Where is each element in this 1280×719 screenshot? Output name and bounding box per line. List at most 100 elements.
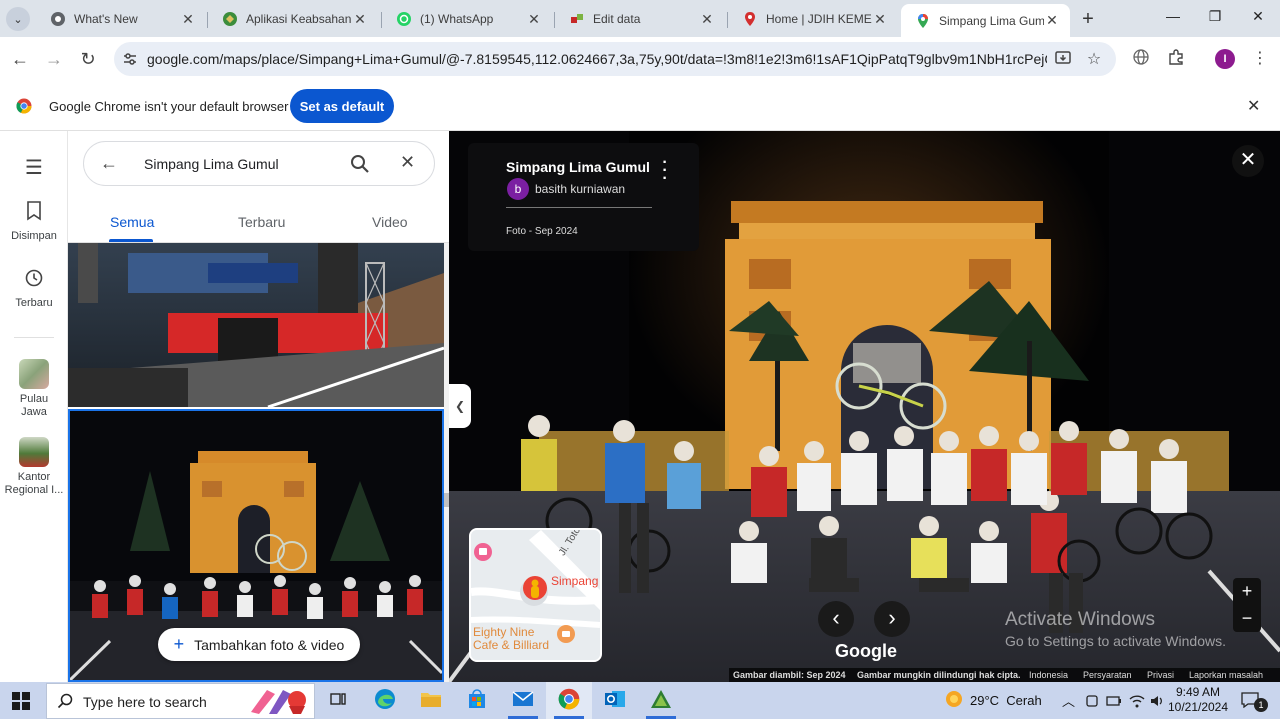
maps-icon: [915, 13, 931, 29]
captured-date: Gambar diambil: Sep 2024: [733, 670, 846, 680]
task-view-icon: [329, 690, 347, 711]
more-vert-icon[interactable]: · · ·: [660, 155, 670, 187]
taskbar-search[interactable]: Type here to search: [46, 683, 315, 719]
wifi-icon[interactable]: [1129, 682, 1145, 719]
restore-button[interactable]: ❐: [1205, 8, 1225, 28]
author-name[interactable]: basith kurniawan: [535, 182, 625, 196]
tab-edit-data[interactable]: Edit data ✕: [555, 4, 725, 34]
taskbar-store[interactable]: [454, 682, 500, 719]
rail-label: Pulau Jawa: [19, 393, 49, 418]
close-icon[interactable]: ✕: [180, 11, 196, 28]
rail-item-pulau-jawa[interactable]: Pulau Jawa: [0, 359, 68, 419]
windows-start-icon[interactable]: [12, 692, 30, 710]
report-problem-link[interactable]: Laporkan masalah: [1189, 670, 1263, 680]
notification-center[interactable]: 1: [1241, 682, 1268, 719]
terms-link[interactable]: Persyaratan: [1083, 670, 1132, 680]
chrome-icon: [50, 11, 66, 27]
taskbar-edge[interactable]: [362, 682, 408, 719]
author-avatar[interactable]: b: [507, 178, 529, 200]
rail-item-disimpan[interactable]: Disimpan: [0, 201, 68, 242]
more-options-icon[interactable]: ⋮: [1249, 48, 1271, 70]
hidden-icons-button[interactable]: ︿: [1062, 682, 1075, 719]
close-viewer-button[interactable]: ✕: [1232, 145, 1264, 177]
windows-taskbar: Type here to search 29°C Cerah ︿ 9:49 AM…: [0, 682, 1280, 719]
clear-search-icon[interactable]: ✕: [400, 152, 415, 173]
photo-thumbnail-event-stage[interactable]: [68, 243, 444, 407]
back-button[interactable]: ←: [9, 48, 31, 70]
extensions-icon[interactable]: [1165, 48, 1187, 70]
next-photo-button[interactable]: ›: [874, 601, 910, 637]
search-box[interactable]: ← Simpang Lima Gumul ✕: [83, 141, 435, 186]
set-as-default-button[interactable]: Set as default: [290, 89, 394, 123]
volume-icon[interactable]: [1150, 682, 1164, 719]
chevron-left-icon: ❮: [454, 399, 466, 413]
rail-item-terbaru[interactable]: Terbaru: [0, 268, 68, 309]
clock-time: 9:49 AM: [1175, 685, 1221, 699]
photo-viewer: ❮ Simpang Lima Gumul b basith kurniawan …: [449, 131, 1280, 682]
taskbar-chrome[interactable]: [546, 682, 592, 719]
zoom-in-button[interactable]: +: [1233, 578, 1261, 605]
close-icon[interactable]: ✕: [352, 11, 368, 28]
new-tab-button[interactable]: +: [1078, 9, 1098, 29]
search-icon[interactable]: [350, 154, 370, 174]
close-icon[interactable]: ✕: [1247, 96, 1260, 116]
close-icon: ✕: [1239, 149, 1257, 171]
add-photo-video-button[interactable]: + Tambahkan foto & video: [158, 628, 360, 661]
zoom-out-button[interactable]: −: [1233, 605, 1261, 632]
privacy-link[interactable]: Privasi: [1147, 670, 1174, 680]
browser-toolbar: ← → ↻ google.com/maps/place/Simpang+Lima…: [0, 37, 1280, 81]
close-icon[interactable]: ✕: [526, 11, 542, 28]
tab-whatsapp[interactable]: (1) WhatsApp ✕: [382, 4, 552, 34]
place-title[interactable]: Simpang Lima Gumul: [506, 159, 650, 175]
tab-jdih[interactable]: Home | JDIH KEMENR ✕: [728, 4, 898, 34]
meet-now-icon[interactable]: [1085, 682, 1099, 719]
translate-icon[interactable]: [1130, 48, 1152, 70]
map-pin-icon: [742, 11, 758, 27]
forward-button[interactable]: →: [43, 48, 65, 70]
tab-aplikasi-keabsahan[interactable]: Aplikasi Keabsahan Pe ✕: [208, 4, 378, 34]
weather-widget[interactable]: 29°C Cerah: [944, 682, 1042, 719]
folder-icon: [420, 690, 442, 711]
rail-item-kantor-regional[interactable]: Kantor Regional I...: [0, 437, 68, 497]
minimize-button[interactable]: —: [1163, 8, 1183, 28]
minimap[interactable]: Jl. Totok Simpang Eighty Nine Cafe & Bil…: [469, 528, 602, 662]
tab-terbaru[interactable]: Terbaru: [238, 214, 285, 230]
reload-button[interactable]: ↻: [77, 48, 99, 70]
back-arrow-icon[interactable]: ←: [100, 153, 118, 174]
address-bar[interactable]: google.com/maps/place/Simpang+Lima+Gumul…: [114, 42, 1116, 76]
close-icon[interactable]: ✕: [872, 11, 888, 28]
arrow-left-icon: ←: [11, 49, 29, 69]
tab-video[interactable]: Video: [372, 214, 408, 230]
previous-photo-button[interactable]: ‹: [818, 601, 854, 637]
chevron-left-icon: ‹: [832, 605, 840, 630]
system-clock[interactable]: 9:49 AM 10/21/2024: [1163, 685, 1233, 715]
copyright-notice: Gambar mungkin dilindungi hak cipta.: [857, 670, 1021, 680]
close-icon: ✕: [1252, 8, 1264, 24]
tab-simpang-lima-gumul[interactable]: Simpang Lima Gumul ✕: [901, 4, 1070, 37]
url-text[interactable]: google.com/maps/place/Simpang+Lima+Gumul…: [147, 51, 1047, 67]
taskbar-search-placeholder: Type here to search: [83, 694, 207, 710]
menu-button[interactable]: ☰: [0, 155, 68, 184]
collapse-panel-button[interactable]: ❮: [449, 384, 471, 428]
windows-activation-subtitle: Go to Settings to activate Windows.: [1005, 633, 1226, 649]
bookmark-star-icon[interactable]: ☆: [1084, 49, 1104, 69]
taskbar-mail[interactable]: [500, 682, 546, 719]
site-settings-icon[interactable]: [122, 51, 138, 67]
profile-avatar[interactable]: I: [1215, 49, 1235, 69]
restore-icon: ❐: [1208, 8, 1222, 24]
tab-title: Home | JDIH KEMENR: [766, 12, 872, 26]
close-window-button[interactable]: ✕: [1248, 8, 1268, 28]
taskbar-green-app[interactable]: [638, 682, 684, 719]
close-icon[interactable]: ✕: [1044, 12, 1060, 29]
install-app-icon[interactable]: [1053, 49, 1073, 69]
tab-semua[interactable]: Semua: [110, 214, 154, 230]
tab-search-button[interactable]: ⌄: [6, 7, 30, 31]
taskbar-file-explorer[interactable]: [408, 682, 454, 719]
region-link[interactable]: Indonesia: [1029, 670, 1068, 680]
task-view-button[interactable]: [315, 682, 361, 719]
taskbar-outlook[interactable]: [592, 682, 638, 719]
battery-icon[interactable]: [1106, 682, 1122, 719]
tab-whats-new[interactable]: What's New ✕: [36, 4, 206, 34]
search-query[interactable]: Simpang Lima Gumul: [144, 156, 279, 172]
close-icon[interactable]: ✕: [699, 11, 715, 28]
